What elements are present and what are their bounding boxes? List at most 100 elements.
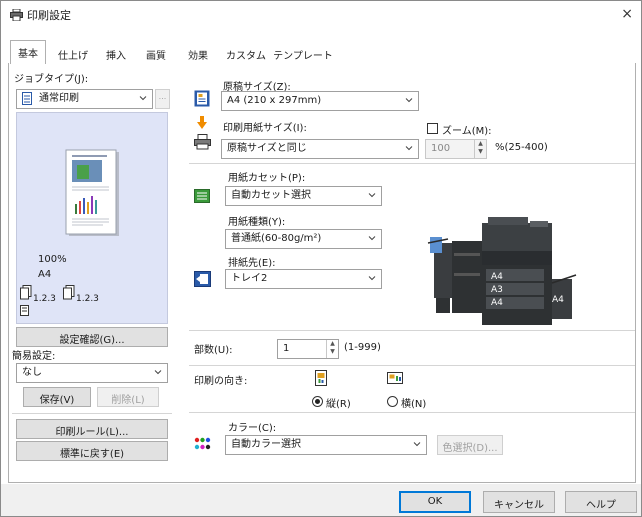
zoom-spinner[interactable]: ▲ ▼ (474, 140, 486, 158)
portrait-label: 縦(R) (326, 399, 351, 410)
original-size-select[interactable]: A4 (210 x 297mm) (221, 91, 419, 111)
output-tray-value: トレイ2 (231, 273, 268, 284)
close-button[interactable]: × (621, 6, 633, 22)
easy-setting-value: なし (22, 367, 42, 378)
printer-side-tray: A4 (552, 295, 564, 305)
chevron-down-icon (139, 96, 147, 101)
print-rule-button[interactable]: 印刷ルール(L)... (16, 419, 168, 439)
paper-type-select[interactable]: 普通紙(60-80g/m²) (225, 229, 382, 249)
color-value: 自動カラー選択 (231, 439, 301, 450)
chevron-down-icon (368, 193, 376, 198)
chevron-down-icon (405, 146, 413, 151)
easy-setting-label: 簡易設定: (12, 351, 56, 362)
print-paper-select[interactable]: 原稿サイズと同じ (221, 139, 419, 159)
paper-stack-icon (20, 285, 32, 300)
chevron-down-icon (368, 236, 376, 241)
portrait-radio[interactable] (312, 396, 323, 407)
confirm-settings-button[interactable]: 設定確認(G)... (16, 327, 168, 347)
tab-effect[interactable]: 効果 (181, 43, 215, 63)
zoom-label: ズーム(M): (442, 126, 492, 137)
output-tray-label: 排紙先(E): (228, 258, 276, 269)
preview-paper-text: A4 (38, 269, 52, 280)
zoom-checkbox[interactable] (427, 123, 438, 134)
tab-image-quality[interactable]: 画質 (139, 43, 173, 63)
printer-icon (194, 134, 211, 150)
output-tray-icon (194, 271, 211, 287)
arrow-down-icon (197, 116, 207, 129)
copies-input[interactable]: 1 ▲ ▼ (277, 339, 339, 359)
print-preview: 100% A4 1.2.3 1.2.3 (16, 112, 168, 324)
copies-spinner[interactable]: ▲ ▼ (326, 340, 338, 358)
window-title: 印刷設定 (27, 9, 71, 22)
printer-illustration (427, 217, 577, 325)
cassette-select[interactable]: 自動カセット選択 (225, 186, 382, 206)
easy-setting-select[interactable]: なし (16, 363, 168, 383)
chevron-down-icon (413, 442, 421, 447)
landscape-label: 横(N) (401, 399, 427, 410)
section-divider (189, 330, 635, 331)
section-divider (189, 163, 635, 164)
color-label: カラー(C): (228, 423, 277, 434)
printer-tray-2: A3 (491, 285, 503, 295)
ok-button[interactable]: OK (399, 491, 471, 513)
tab-finishing[interactable]: 仕上げ (51, 43, 95, 63)
color-select[interactable]: 自動カラー選択 (225, 435, 427, 455)
zoom-value: 100 (431, 143, 451, 154)
printer-tray-1: A4 (491, 272, 503, 282)
color-dots-icon (194, 437, 211, 450)
zoom-input[interactable]: 100 ▲ ▼ (425, 139, 487, 159)
preview-zoom-text: 100% (38, 254, 67, 265)
zoom-range: %(25-400) (495, 142, 548, 153)
tab-template[interactable]: テンプレート (272, 43, 334, 63)
paper-type-value: 普通紙(60-80g/m²) (231, 233, 322, 244)
save-button[interactable]: 保存(V) (23, 387, 91, 407)
tab-custom[interactable]: カスタム (221, 43, 271, 63)
original-size-value: A4 (210 x 297mm) (227, 95, 322, 106)
spin-up-icon[interactable]: ▲ (475, 140, 486, 148)
section-divider (189, 412, 635, 413)
output-tray-select[interactable]: トレイ2 (225, 269, 382, 289)
print-paper-value: 原稿サイズと同じ (227, 143, 307, 154)
preview-tray-numbers-1: 1.2.3 (33, 294, 56, 304)
tab-basic[interactable]: 基本 (10, 40, 46, 64)
staple-icon (20, 305, 29, 316)
paper-type-label: 用紙種類(Y): (228, 217, 286, 228)
copies-label: 部数(U): (194, 345, 233, 356)
printer-tray-3: A4 (491, 298, 503, 308)
cassette-label: 用紙カセット(P): (228, 173, 306, 184)
print-settings-dialog: 印刷設定 × 基本 仕上げ 挿入 画質 効果 カスタム テンプレート ジョブタイ… (0, 0, 642, 517)
copies-range: (1-999) (344, 342, 381, 353)
job-type-select[interactable]: 通常印刷 (16, 89, 153, 109)
cancel-button[interactable]: キャンセル (483, 491, 555, 513)
cassette-value: 自動カセット選択 (231, 190, 311, 201)
preview-tray-numbers-2: 1.2.3 (76, 294, 99, 304)
original-document-icon (194, 90, 210, 107)
orientation-label: 印刷の向き: (194, 376, 248, 387)
portrait-icon (315, 370, 327, 386)
paper-cassette-icon (194, 189, 210, 203)
help-button[interactable]: ヘルプ (565, 491, 637, 513)
landscape-icon (387, 372, 403, 384)
job-type-label: ジョブタイプ(J): (14, 74, 89, 85)
chevron-down-icon (405, 98, 413, 103)
spin-down-icon[interactable]: ▼ (475, 148, 486, 156)
delete-button[interactable]: 削除(L) (97, 387, 159, 407)
copies-value: 1 (283, 343, 290, 354)
left-divider (12, 413, 172, 414)
title-bar: 印刷設定 × (1, 1, 641, 29)
printer-icon (10, 9, 23, 21)
document-preview-image (65, 149, 119, 236)
print-paper-label: 印刷用紙サイズ(I): (223, 123, 307, 134)
tab-insert[interactable]: 挿入 (99, 43, 133, 63)
landscape-radio[interactable] (387, 396, 398, 407)
spin-down-icon[interactable]: ▼ (327, 348, 338, 356)
chevron-down-icon (368, 276, 376, 281)
job-type-more-button[interactable]: ... (155, 89, 170, 109)
restore-default-button[interactable]: 標準に戻す(E) (16, 441, 168, 461)
section-divider (189, 365, 635, 366)
document-icon (22, 92, 32, 105)
color-select-button[interactable]: 色選択(D)... (437, 435, 503, 455)
paper-stack-icon (63, 285, 75, 300)
job-type-value: 通常印刷 (39, 93, 79, 104)
spin-up-icon[interactable]: ▲ (327, 340, 338, 348)
